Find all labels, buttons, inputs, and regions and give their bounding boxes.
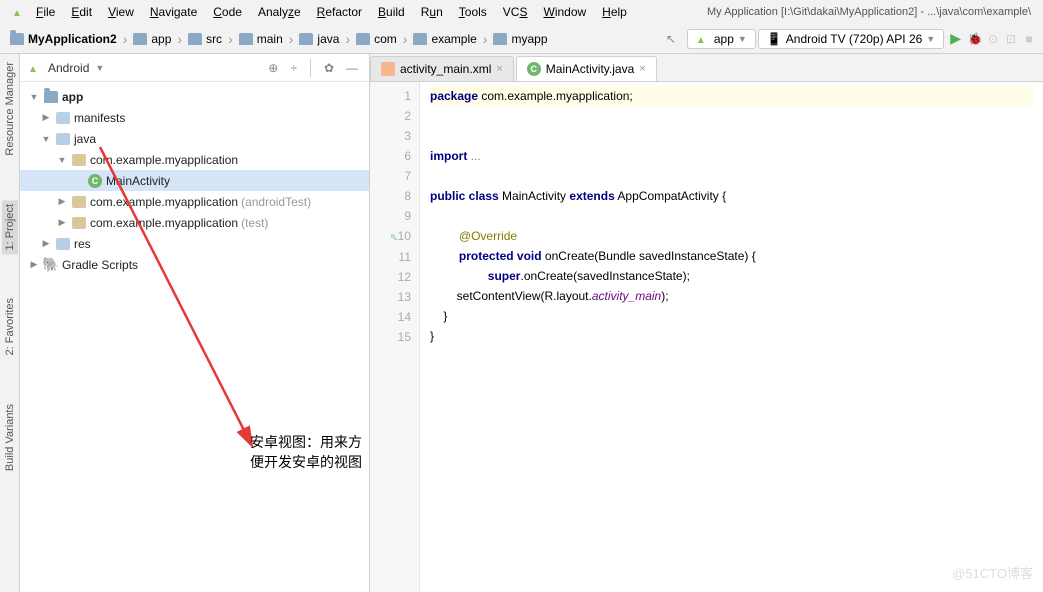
left-tool-rail: Resource Manager 1: Project 2: Favorites… xyxy=(0,54,20,592)
sync-icon[interactable]: ↖ xyxy=(663,31,679,47)
tree-java[interactable]: ▼java xyxy=(20,128,369,149)
watermark: @51CTO博客 xyxy=(952,563,1033,582)
crumb-myapp[interactable]: myapp xyxy=(489,30,551,48)
crumb-app[interactable]: app xyxy=(129,30,175,48)
editor-tabs: activity_main.xml× CMainActivity.java× xyxy=(370,54,1043,82)
rail-favorites[interactable]: 2: Favorites xyxy=(2,294,18,359)
close-icon[interactable]: × xyxy=(496,63,502,75)
sidebar-view-label[interactable]: Android xyxy=(48,61,89,75)
project-tree: ▼app ▶manifests ▼java ▼com.example.myapp… xyxy=(20,82,369,592)
menu-refactor[interactable]: Refactor xyxy=(311,3,368,21)
crumb-example[interactable]: example xyxy=(409,30,480,48)
menu-vcs[interactable]: VCS xyxy=(497,3,534,21)
tree-mainactivity[interactable]: CMainActivity xyxy=(20,170,369,191)
annotation-text: 安卓视图：用来方便开发安卓的视图 xyxy=(250,432,369,472)
rail-resource-manager[interactable]: Resource Manager xyxy=(2,58,18,160)
tree-gradle[interactable]: ▶🐘Gradle Scripts xyxy=(20,254,369,275)
menu-run[interactable]: Run xyxy=(415,3,449,21)
menu-window[interactable]: Window xyxy=(537,3,592,21)
menu-file[interactable]: File xyxy=(30,3,61,21)
window-title: My Application [I:\Git\dakai\MyApplicati… xyxy=(707,6,1031,18)
sidebar-header: Android ▼ ⊕ ÷ ✿ — xyxy=(20,54,369,82)
tree-res[interactable]: ▶res xyxy=(20,233,369,254)
tab-mainactivity[interactable]: CMainActivity.java× xyxy=(516,56,657,81)
device-selector[interactable]: 📱Android TV (720p) API 26▼ xyxy=(758,29,944,49)
crumb-project[interactable]: MyApplication2 xyxy=(6,30,121,48)
stop-button[interactable]: ■ xyxy=(1021,31,1037,47)
profile-button[interactable]: ⊙ xyxy=(985,31,1001,47)
tab-activity-main[interactable]: activity_main.xml× xyxy=(370,56,514,81)
debug-button[interactable]: 🐞 xyxy=(967,31,983,47)
tree-manifests[interactable]: ▶manifests xyxy=(20,107,369,128)
menu-navigate[interactable]: Navigate xyxy=(144,3,203,21)
crumb-main[interactable]: main xyxy=(235,30,287,48)
menu-bar: File Edit View Navigate Code Analyze Ref… xyxy=(0,0,1043,24)
project-sidebar: Android ▼ ⊕ ÷ ✿ — ▼app ▶manifests ▼java … xyxy=(20,54,370,592)
android-studio-icon xyxy=(12,5,26,19)
class-icon: C xyxy=(527,62,541,76)
rail-build-variants[interactable]: Build Variants xyxy=(2,400,18,475)
menu-edit[interactable]: Edit xyxy=(65,3,98,21)
target-icon[interactable]: ⊕ xyxy=(265,61,281,75)
attach-button[interactable]: ⊡ xyxy=(1003,31,1019,47)
code-content[interactable]: package com.example.myapplication; impor… xyxy=(420,82,1043,592)
close-icon[interactable]: × xyxy=(639,63,645,75)
editor-pane: activity_main.xml× CMainActivity.java× 1… xyxy=(370,54,1043,592)
chevron-down-icon[interactable]: ▼ xyxy=(95,63,104,73)
tree-pkg-test[interactable]: ▶com.example.myapplication (test) xyxy=(20,212,369,233)
rail-project[interactable]: 1: Project xyxy=(2,200,18,254)
crumb-com[interactable]: com xyxy=(352,30,401,48)
filter-icon[interactable]: ÷ xyxy=(287,61,300,75)
tree-pkg-androidtest[interactable]: ▶com.example.myapplication (androidTest) xyxy=(20,191,369,212)
menu-help[interactable]: Help xyxy=(596,3,633,21)
xml-icon xyxy=(381,62,395,76)
crumb-java[interactable]: java xyxy=(295,30,343,48)
menu-build[interactable]: Build xyxy=(372,3,411,21)
tree-app[interactable]: ▼app xyxy=(20,86,369,107)
run-config-selector[interactable]: app▼ xyxy=(687,29,756,49)
toolbar: MyApplication2› app› src› main› java› co… xyxy=(0,24,1043,54)
gear-icon[interactable]: ✿ xyxy=(321,61,337,75)
android-view-icon xyxy=(28,61,42,75)
code-area[interactable]: 1236789⬁101112131415 package com.example… xyxy=(370,82,1043,592)
menu-view[interactable]: View xyxy=(102,3,140,21)
gutter: 1236789⬁101112131415 xyxy=(370,82,420,592)
run-button[interactable]: ▶ xyxy=(946,30,965,47)
crumb-src[interactable]: src xyxy=(184,30,226,48)
menu-code[interactable]: Code xyxy=(207,3,248,21)
tree-pkg-main[interactable]: ▼com.example.myapplication xyxy=(20,149,369,170)
menu-analyze[interactable]: Analyze xyxy=(252,3,307,21)
hide-icon[interactable]: — xyxy=(343,61,361,75)
menu-tools[interactable]: Tools xyxy=(453,3,493,21)
